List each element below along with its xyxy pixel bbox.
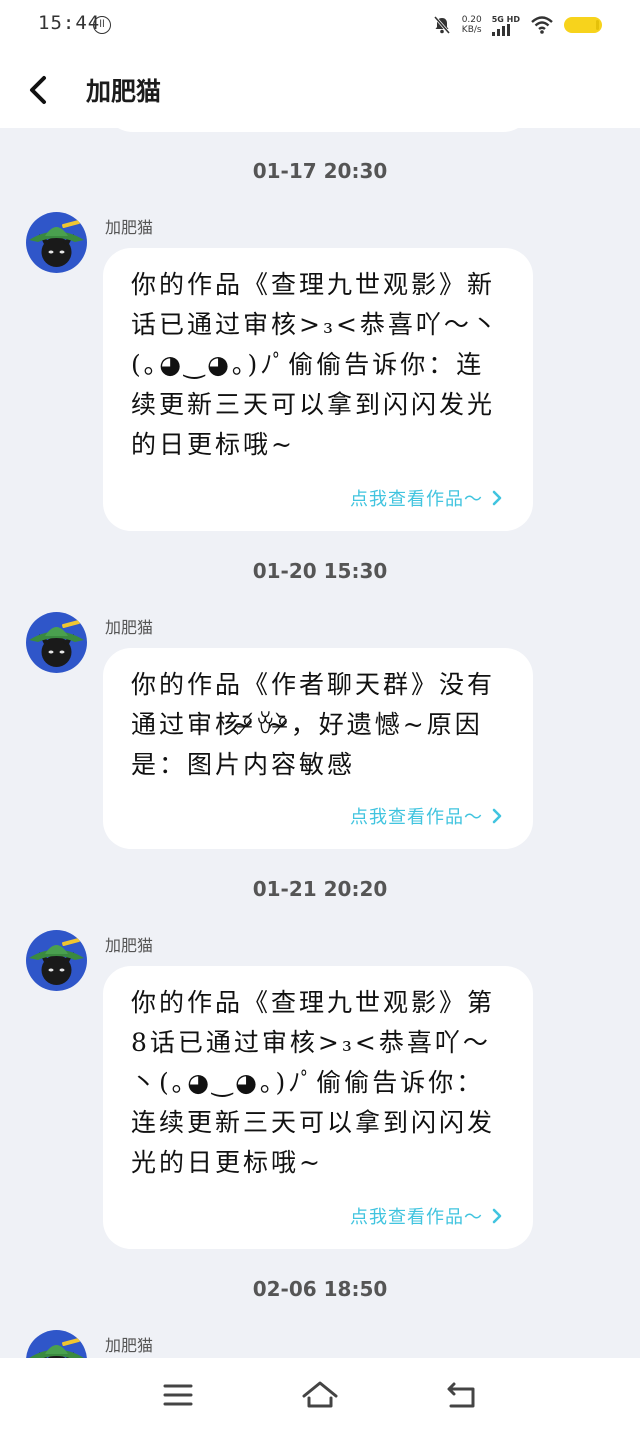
- status-icons: 0.20 KB/s 5G HD: [432, 10, 602, 40]
- avatar[interactable]: [26, 1330, 87, 1358]
- view-work-label: 点我查看作品〜: [350, 489, 483, 510]
- message-bubble: 你的作品《查理九世观影》新话已通过审核>₃<恭喜吖〜丶(｡◕‿◕｡)ﾉﾟ偷偷告诉…: [103, 248, 533, 531]
- status-badge: ll: [93, 16, 111, 34]
- avatar[interactable]: [26, 612, 87, 673]
- view-work-label: 点我查看作品〜: [350, 807, 483, 828]
- status-bar: 15:44 ll 0.20 KB/s 5G HD: [0, 0, 640, 52]
- message-bubble: 你的作品《查理九世观影》第8话已通过审核>₃<恭喜吖〜丶(｡◕‿◕｡)ﾉﾟ偷偷告…: [103, 966, 533, 1249]
- chevron-right-icon: [492, 808, 502, 824]
- view-work-link[interactable]: 点我查看作品〜: [350, 485, 503, 511]
- sender-name: 加肥猫: [105, 936, 154, 955]
- avatar[interactable]: [26, 212, 87, 273]
- menu-button[interactable]: [158, 1378, 198, 1412]
- wifi-icon: [531, 16, 553, 34]
- mute-bell-icon: [433, 16, 450, 34]
- signal-icon: [491, 23, 520, 36]
- message-text: 你的作品《作者聊天群》没有通过审核ᵒ̴̶̷᷄ꈊᵒ̴̶̷᷅，好遗憾~原因是：图片内…: [131, 670, 496, 779]
- message-text: 你的作品《查理九世观影》第8话已通过审核>₃<恭喜吖〜丶(｡◕‿◕｡)ﾉﾟ偷偷告…: [131, 988, 496, 1177]
- home-icon: [302, 1381, 338, 1408]
- view-work-link[interactable]: 点我查看作品〜: [350, 1203, 503, 1229]
- back-button[interactable]: [20, 70, 60, 110]
- network-indicator: 5G HD: [491, 14, 520, 36]
- net-speed-unit: KB/s: [461, 25, 482, 35]
- menu-icon: [163, 1384, 193, 1406]
- view-work-link[interactable]: 点我查看作品〜: [350, 803, 503, 829]
- message-timestamp: 01-17 20:30: [252, 159, 388, 183]
- network-type: 5G HD: [491, 14, 520, 24]
- chevron-right-icon: [492, 490, 502, 506]
- net-speed-value: 0.20: [461, 15, 482, 25]
- page-title: 加肥猫: [86, 77, 162, 106]
- message-text: 你的作品《查理九世观影》新话已通过审核>₃<恭喜吖〜丶(｡◕‿◕｡)ﾉﾟ偷偷告诉…: [131, 270, 500, 459]
- status-time: 15:44: [38, 12, 101, 34]
- message-timestamp: 02-06 18:50: [252, 1277, 388, 1301]
- net-speed: 0.20 KB/s: [462, 15, 482, 35]
- system-back-button[interactable]: [442, 1378, 482, 1412]
- message-timestamp: 01-21 20:20: [252, 877, 388, 901]
- chevron-left-icon: [30, 76, 46, 104]
- sender-name: 加肥猫: [105, 618, 154, 637]
- back-icon: [447, 1382, 475, 1408]
- chevron-right-icon: [492, 1208, 502, 1224]
- app-header: 加肥猫: [0, 52, 640, 128]
- message-bubble: 你的作品《作者聊天群》没有通过审核ᵒ̴̶̷᷄ꈊᵒ̴̶̷᷅，好遗憾~原因是：图片内…: [103, 648, 533, 849]
- message-list[interactable]: 01-17 20:30 加肥猫 你的作品《查理九世观影》新话已通过审核>₃<恭喜…: [0, 128, 640, 1358]
- system-nav-bar: [0, 1358, 640, 1433]
- sender-name: 加肥猫: [105, 218, 154, 237]
- home-button[interactable]: [300, 1378, 340, 1412]
- sender-name: 加肥猫: [105, 1336, 154, 1355]
- previous-message-bubble: [103, 128, 533, 132]
- avatar[interactable]: [26, 930, 87, 991]
- message-timestamp: 01-20 15:30: [252, 559, 388, 583]
- view-work-label: 点我查看作品〜: [350, 1207, 483, 1228]
- battery-icon: [564, 17, 602, 33]
